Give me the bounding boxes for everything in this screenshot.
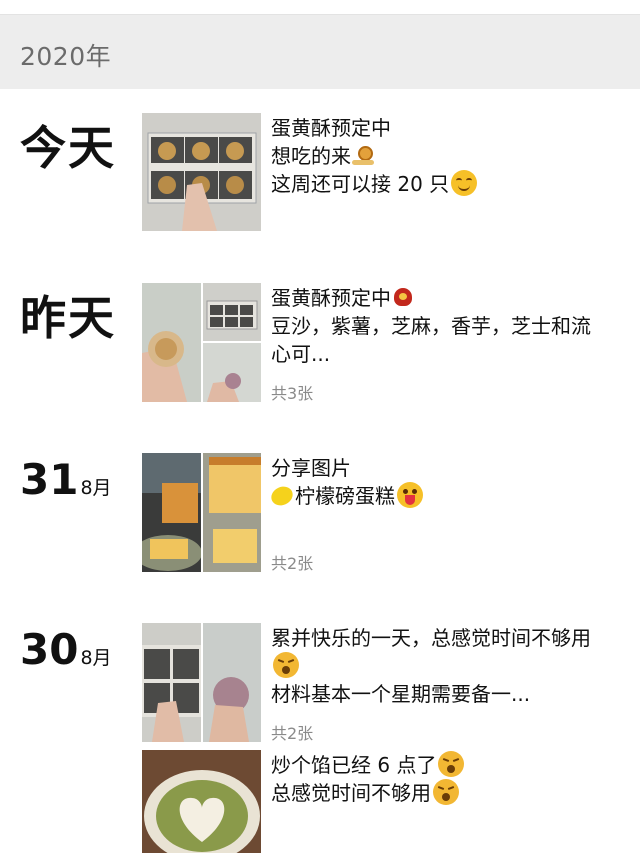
snail-icon	[352, 146, 376, 166]
post-line: 累并快乐的一天，总感觉时间不够用	[271, 626, 591, 650]
post-line: 炒个馅已经 6 点了	[271, 751, 465, 779]
post-thumbnail[interactable]	[142, 750, 261, 853]
post-thumbnail[interactable]	[203, 283, 261, 341]
post-line-text: 炒个馅已经 6 点了	[271, 753, 437, 777]
post-thumbnail[interactable]	[142, 623, 201, 742]
rooster-icon	[391, 285, 415, 309]
post-line: 这周还可以接 20 只	[271, 170, 478, 198]
post-line-text: 想吃的来	[271, 144, 351, 168]
post-line-text: 这周还可以接 20 只	[271, 172, 450, 196]
post-thumbnail[interactable]	[203, 623, 261, 742]
date-30-aug: 30 8月	[20, 625, 112, 674]
year-label: 2020年	[20, 42, 112, 71]
matcha-latte-photo	[142, 750, 261, 853]
post-line: 材料基本一个星期需要备一...	[271, 682, 531, 706]
mooncake-purple-photo	[203, 343, 261, 402]
post-line: 心可...	[271, 342, 331, 366]
mooncake-box-photo	[142, 623, 201, 742]
mooncake-purple-photo	[203, 623, 261, 742]
post-thumbnail[interactable]	[203, 453, 261, 572]
tired-emoji-icon	[433, 779, 459, 805]
smile-emoji-icon	[451, 170, 478, 196]
date-yesterday: 昨天	[20, 291, 116, 345]
post-thumbnail[interactable]	[203, 343, 261, 402]
image-count: 共3张	[271, 384, 314, 403]
post-thumbnail[interactable]	[142, 453, 201, 572]
date-day: 30	[20, 625, 79, 674]
mooncake-box-photo	[142, 113, 261, 231]
mooncake-hand-photo	[142, 283, 201, 402]
post-line-text: 柠檬磅蛋糕	[295, 484, 395, 508]
status-strip	[0, 0, 640, 14]
post-line: 想吃的来	[271, 142, 477, 170]
post-line: 柠檬磅蛋糕	[268, 482, 423, 510]
mooncake-box-photo	[203, 283, 261, 341]
tired-emoji-icon	[438, 751, 465, 777]
post-line: 蛋黄酥预定中	[271, 116, 391, 140]
post-text[interactable]: 累并快乐的一天，总感觉时间不够用 材料基本一个星期需要备一...	[271, 624, 591, 708]
image-count: 共2张	[271, 724, 314, 743]
post-thumbnail[interactable]	[142, 283, 201, 402]
date-31-aug: 31 8月	[20, 455, 112, 504]
post-line: 豆沙，紫薯，芝麻，香芋，芝士和流	[271, 314, 591, 338]
post-text[interactable]: 蛋黄酥预定中 豆沙，紫薯，芝麻，香芋，芝士和流 心可...	[271, 284, 591, 368]
tired-emoji-icon	[273, 652, 299, 678]
year-header: 2020年	[0, 14, 640, 89]
lemon-icon	[268, 483, 296, 509]
post-line: 分享图片	[271, 456, 351, 480]
tongue-emoji-icon	[397, 482, 423, 508]
lemon-cake-photo	[203, 453, 261, 572]
post-line: 蛋黄酥预定中	[271, 284, 591, 312]
post-text[interactable]: 炒个馅已经 6 点了 总感觉时间不够用	[271, 751, 465, 807]
post-thumbnail[interactable]	[142, 113, 261, 231]
date-day: 31	[20, 455, 79, 504]
date-today: 今天	[20, 121, 116, 175]
post-text[interactable]: 蛋黄酥预定中 想吃的来 这周还可以接 20 只	[271, 114, 478, 198]
date-month: 8月	[80, 647, 112, 669]
post-line-text: 蛋黄酥预定中	[271, 286, 391, 310]
post-line: 总感觉时间不够用	[271, 779, 464, 807]
lemon-cake-photo	[142, 453, 201, 572]
post-line	[271, 652, 591, 680]
post-text[interactable]: 分享图片 柠檬磅蛋糕	[268, 454, 423, 510]
post-line-text: 总感觉时间不够用	[271, 781, 431, 805]
image-count: 共2张	[271, 554, 314, 573]
date-month: 8月	[80, 477, 112, 499]
